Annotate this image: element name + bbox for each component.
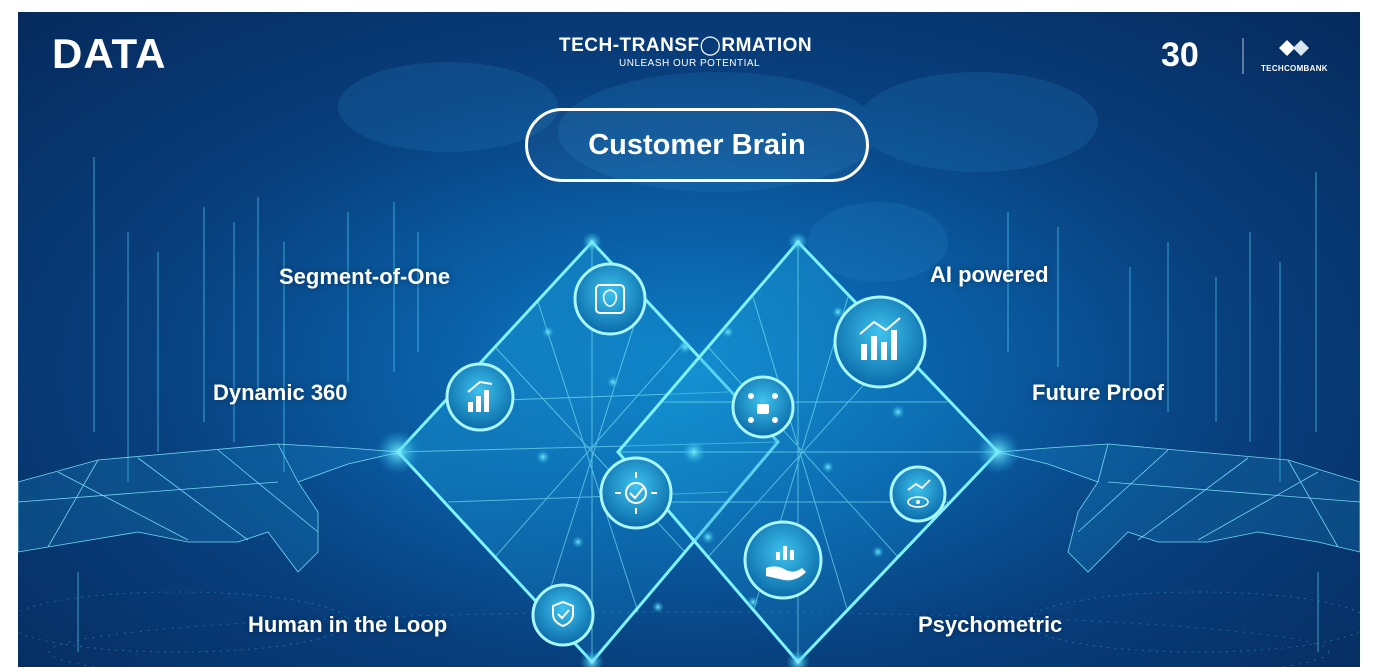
brain-chip-icon — [573, 262, 647, 336]
dot-floor — [18, 591, 1360, 667]
tech-transformation-subtitle: UNLEASH OUR POTENTIAL — [619, 58, 761, 69]
label-human-in-the-loop: Human in the Loop — [248, 612, 448, 637]
label-ai-powered: AI powered — [930, 262, 1049, 287]
right-diamond — [616, 239, 1001, 665]
growth-chart-icon — [445, 362, 515, 432]
eye-chart-icon — [889, 465, 947, 523]
left-hand — [18, 443, 401, 573]
label-segment-of-one: Segment-of-One — [279, 264, 451, 289]
anniversary-number: 30 — [1161, 36, 1199, 74]
techcombank-name: TECHCOMBANK — [1261, 64, 1328, 73]
tech-transformation-title: TECH-TRANSF◯RMATION — [559, 35, 813, 56]
hand-chart-icon — [743, 520, 823, 600]
techcombank-logo-icon — [1279, 40, 1309, 56]
label-psychometric: Psychometric — [918, 612, 1063, 637]
customer-brain-pill: Customer Brain — [525, 108, 869, 182]
shield-network-icon — [531, 583, 595, 647]
customer-brain-label: Customer Brain — [588, 128, 806, 161]
target-arrows-icon — [599, 456, 673, 530]
label-future-proof: Future Proof — [1032, 380, 1164, 405]
bar-chart-icon — [833, 295, 927, 389]
anniversary-logo: 30 — [1161, 32, 1360, 87]
label-dynamic-360: Dynamic 360 — [213, 380, 348, 405]
network-lock-icon — [731, 375, 795, 439]
banner: DATA TECH-TRANSF◯RMATION UNLEASH OUR POT… — [18, 12, 1360, 667]
right-hand — [997, 443, 1360, 573]
data-heading: DATA — [52, 30, 167, 77]
